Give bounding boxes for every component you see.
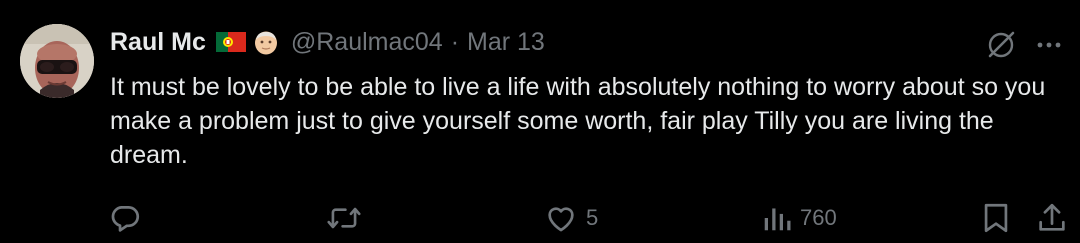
avatar[interactable]	[20, 24, 94, 98]
separator-dot: ·	[450, 27, 460, 56]
portugal-flag-icon	[215, 32, 246, 52]
like-button[interactable]: 5	[544, 198, 598, 238]
share-icon	[1039, 203, 1065, 231]
retweet-icon	[327, 207, 361, 229]
more-options-icon[interactable]	[1034, 30, 1064, 60]
grok-icon[interactable]	[984, 28, 1018, 62]
bookmark-button[interactable]	[980, 198, 1012, 238]
tweet-header: Raul Mc @Raulmac04 · Mar 13	[110, 27, 545, 57]
reply-icon	[111, 206, 140, 232]
analytics-icon	[764, 208, 791, 231]
view-count: 760	[800, 205, 837, 230]
retweet-button[interactable]	[326, 198, 370, 238]
tweet-card[interactable]: Raul Mc @Raulmac04 · Mar 13 It must be l…	[0, 0, 1080, 243]
tweet-date[interactable]: Mar 13	[467, 28, 545, 57]
bookmark-icon	[984, 203, 1008, 233]
like-count: 5	[586, 205, 599, 230]
views-button[interactable]: 760	[762, 198, 837, 238]
author-display-name[interactable]: Raul Mc	[110, 28, 206, 57]
tweet-top-icons	[984, 28, 1064, 62]
tweet-actions: 5 760	[0, 198, 1080, 238]
author-handle[interactable]: @Raulmac04	[291, 28, 443, 57]
reply-button[interactable]	[108, 198, 150, 238]
avatar-image	[20, 24, 94, 98]
share-button[interactable]	[1036, 198, 1068, 238]
tweet-text: It must be lovely to be able to live a l…	[110, 73, 1046, 169]
heart-icon	[548, 207, 574, 232]
older-man-emoji-icon	[254, 31, 277, 55]
